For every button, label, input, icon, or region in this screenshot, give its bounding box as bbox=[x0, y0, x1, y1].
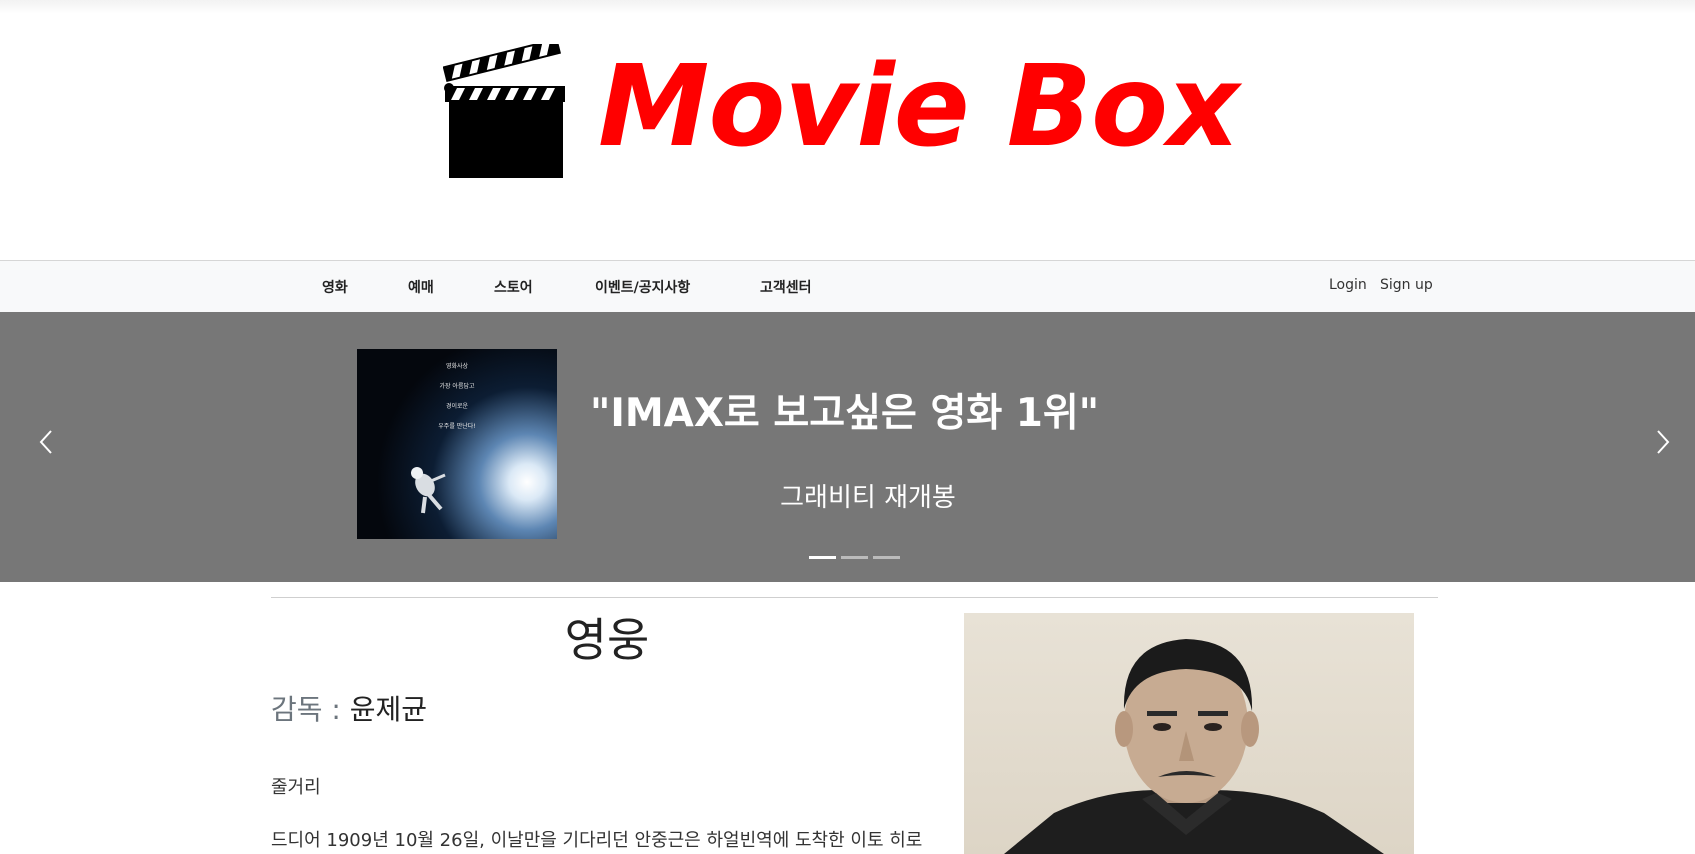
nav-item-store[interactable]: 스토어 bbox=[494, 277, 533, 297]
nav-item-movies[interactable]: 영화 bbox=[322, 277, 348, 297]
poster-text-line: 경이로운 bbox=[445, 403, 469, 410]
slide-caption: 그래비티 재개봉 bbox=[780, 483, 956, 513]
movie-poster-gravity[interactable]: 영화사상 가장 아름답고 경이로운 우주를 만난다! bbox=[357, 349, 557, 539]
chevron-left-icon bbox=[39, 430, 52, 454]
poster-text-line: 우주를 만난다! bbox=[438, 423, 476, 430]
site-header: Movie Box bbox=[0, 0, 1695, 260]
synopsis-heading: 줄거리 bbox=[271, 777, 321, 798]
hero-carousel: 영화사상 가장 아름답고 경이로운 우주를 만난다! "IMAX로 보고싶은 영… bbox=[0, 312, 1695, 582]
logo-text: Movie Box bbox=[598, 42, 1239, 172]
director-row: 감독 : 윤제균 bbox=[271, 688, 427, 728]
director-name: 윤제균 bbox=[349, 693, 428, 726]
carousel-indicator-1[interactable] bbox=[809, 556, 836, 559]
carousel-indicator-3[interactable] bbox=[873, 556, 900, 559]
movie-title: 영웅 bbox=[564, 613, 650, 667]
chevron-right-icon bbox=[1657, 430, 1670, 454]
nav-item-booking[interactable]: 예매 bbox=[408, 277, 434, 297]
carousel-indicator-2[interactable] bbox=[841, 556, 868, 559]
main-navbar: 영화 예매 스토어 이벤트/공지사항 고객센터 Login Sign up bbox=[0, 260, 1695, 313]
portrait-illustration bbox=[1004, 639, 1384, 854]
poster-text-line: 가장 아름답고 bbox=[439, 383, 475, 390]
poster-text-line: 영화사상 bbox=[445, 363, 469, 370]
synopsis-text: 드디어 1909년 10월 26일, 이날만을 기다리던 안중근은 하얼빈역에 … bbox=[271, 830, 923, 851]
clapperboard-icon bbox=[443, 44, 565, 178]
page: Movie Box 영화 예매 스토어 이벤트/공지사항 고객센터 Login … bbox=[0, 0, 1695, 854]
signup-link[interactable]: Sign up bbox=[1380, 277, 1433, 293]
content-divider bbox=[271, 597, 1438, 598]
slide-headline: "IMAX로 보고싶은 영화 1위" bbox=[590, 391, 1100, 436]
movie-portrait-image bbox=[964, 613, 1414, 854]
carousel-next-button[interactable] bbox=[1643, 422, 1683, 462]
carousel-prev-button[interactable] bbox=[26, 422, 66, 462]
nav-item-customer-center[interactable]: 고객센터 bbox=[760, 277, 812, 297]
astronaut-illustration bbox=[411, 467, 446, 514]
director-label: 감독 : bbox=[271, 693, 350, 726]
nav-item-events-notices[interactable]: 이벤트/공지사항 bbox=[595, 277, 690, 297]
login-link[interactable]: Login bbox=[1329, 277, 1367, 293]
site-logo[interactable]: Movie Box bbox=[443, 40, 1303, 190]
